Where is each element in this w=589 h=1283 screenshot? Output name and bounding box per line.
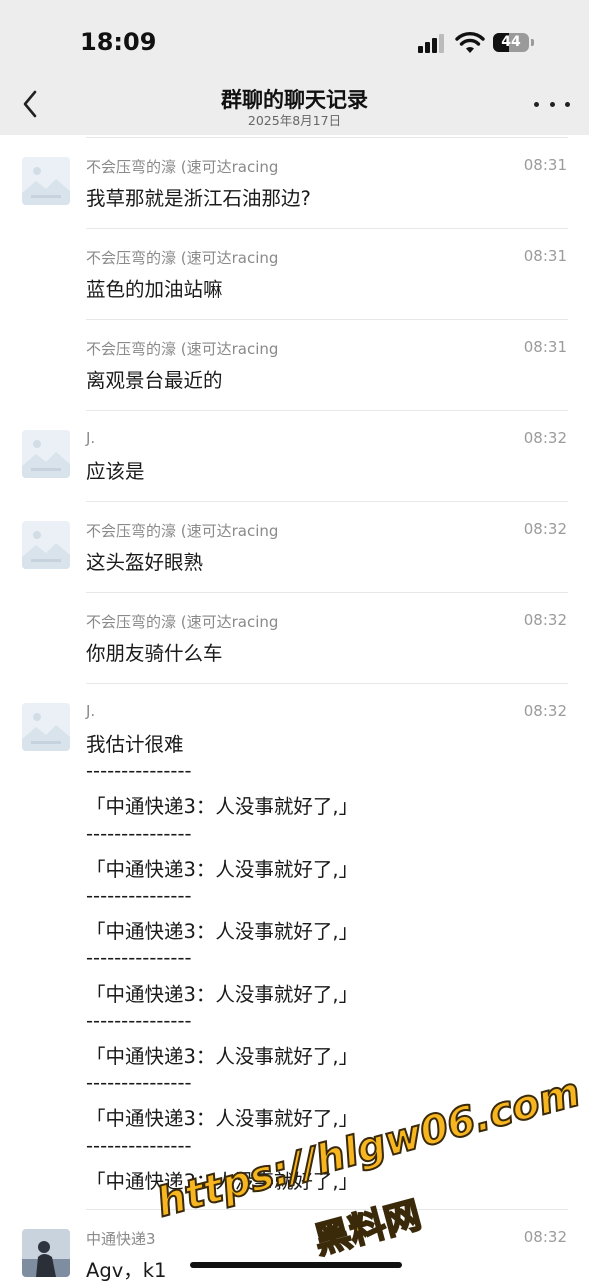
sender-name: J.	[86, 702, 96, 720]
message-text: 蓝色的加油站嘛	[86, 278, 223, 301]
message-text: 我草那就是浙江石油那边?	[86, 187, 311, 210]
divider	[86, 592, 568, 593]
signal-icon	[418, 34, 446, 53]
sender-name: 不会压弯的濠 (速可达racing	[86, 249, 279, 267]
message-time: 08:31	[523, 247, 567, 265]
divider	[86, 137, 568, 138]
message-time: 08:32	[523, 611, 567, 629]
sender-name: 不会压弯的濠 (速可达racing	[86, 158, 279, 176]
message-time: 08:32	[523, 1228, 567, 1246]
divider	[86, 501, 568, 502]
message-time: 08:32	[523, 702, 567, 720]
page-subtitle: 2025年8月17日	[247, 113, 342, 128]
placeholder-image-icon	[22, 157, 70, 205]
divider	[86, 319, 568, 320]
battery-tip	[531, 39, 534, 46]
header: 18:09 44 群聊的聊天记录 2025年8月17日	[0, 0, 589, 135]
message-text: Agv，k1	[86, 1259, 167, 1282]
message-text: 我估计很难	[86, 733, 184, 756]
message-text: 应该是	[86, 460, 145, 483]
separator-text: ---------------	[86, 884, 192, 907]
separator-text: ---------------	[86, 1133, 192, 1157]
avatar[interactable]	[22, 1229, 70, 1277]
message-text: 你朋友骑什么车	[86, 642, 223, 665]
message-text: 「中通快递3：人没事就好了,」	[86, 795, 359, 819]
sender-name: J.	[86, 429, 96, 447]
sender-name: 不会压弯的濠 (速可达racing	[86, 340, 279, 358]
message-time: 08:31	[523, 156, 567, 174]
sender-name: 中通快递3	[86, 1230, 156, 1248]
message-text: 「中通快递3：人没事就好了,」	[86, 920, 359, 944]
message-text: 「中通快递3：人没事就好了,」	[86, 1169, 359, 1193]
divider	[86, 410, 568, 411]
placeholder-image-icon	[22, 430, 70, 478]
message-text: 这头盔好眼熟	[86, 551, 204, 574]
avatar[interactable]	[22, 430, 70, 478]
separator-text: ---------------	[86, 1071, 192, 1095]
separator-text: ---------------	[86, 1008, 192, 1032]
more-button[interactable]	[534, 95, 570, 113]
message-time: 08:32	[523, 520, 567, 538]
watermark-url: https://hlgw06.com	[151, 1068, 586, 1227]
home-indicator[interactable]	[190, 1262, 402, 1268]
message-text: 「中通快递3：人没事就好了,」	[86, 1107, 359, 1131]
placeholder-image-icon	[22, 703, 70, 751]
separator-text: ---------------	[86, 821, 192, 845]
avatar-photo	[22, 1229, 70, 1277]
status-time: 18:09	[80, 28, 157, 56]
wifi-icon	[455, 32, 485, 53]
avatar[interactable]	[22, 157, 70, 205]
battery-percent: 44	[501, 34, 521, 50]
sender-name: 不会压弯的濠 (速可达racing	[86, 613, 279, 631]
avatar[interactable]	[22, 521, 70, 569]
placeholder-image-icon	[22, 521, 70, 569]
message-time: 08:31	[523, 338, 567, 356]
sender-name: 不会压弯的濠 (速可达racing	[86, 522, 279, 540]
more-icon	[534, 101, 539, 107]
separator-text: ---------------	[86, 759, 192, 783]
message-text: 离观景台最近的	[86, 369, 223, 392]
battery-icon: 44	[493, 33, 529, 52]
message-text: 「中通快递3：人没事就好了,」	[86, 857, 359, 881]
message-time: 08:32	[523, 429, 567, 447]
message-text: 「中通快递3：人没事就好了,」	[86, 982, 359, 1006]
divider	[86, 228, 568, 229]
divider	[86, 1209, 568, 1210]
divider	[86, 683, 568, 684]
message-text: 「中通快递3：人没事就好了,」	[86, 1045, 359, 1068]
watermark-name: 黑料网	[309, 1194, 426, 1264]
separator-text: ---------------	[86, 946, 192, 970]
avatar[interactable]	[22, 703, 70, 751]
